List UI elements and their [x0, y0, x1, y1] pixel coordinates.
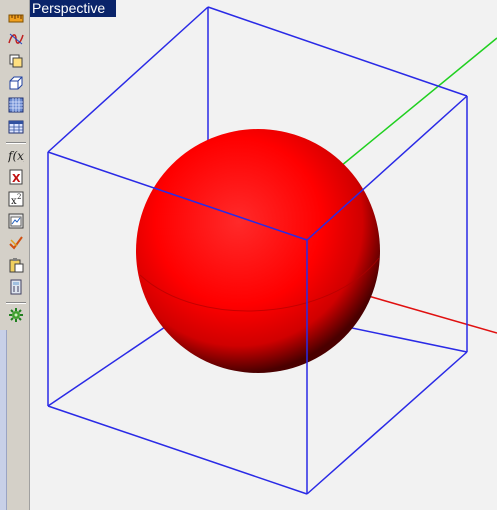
paste-icon[interactable] — [7, 256, 25, 274]
svg-text:2: 2 — [17, 193, 21, 201]
excel-icon[interactable]: X — [7, 168, 25, 186]
function-icon[interactable]: f(x) — [7, 146, 25, 164]
chart-window-icon[interactable] — [7, 212, 25, 230]
calculator-icon[interactable] — [7, 278, 25, 296]
3d-viewport[interactable] — [30, 0, 497, 510]
toolbar-separator — [6, 142, 26, 144]
check-scribble-icon[interactable] — [7, 234, 25, 252]
tool-bar: f(x) X x2 — [0, 0, 30, 510]
ruler-icon[interactable] — [7, 8, 25, 26]
power-icon[interactable]: x2 — [7, 190, 25, 208]
curve-icon[interactable] — [7, 30, 25, 48]
toolbar-separator — [6, 302, 26, 304]
box-icon[interactable] — [7, 74, 25, 92]
svg-text:f(x): f(x) — [8, 149, 24, 163]
toolbar-strip — [0, 330, 7, 510]
svg-text:X: X — [12, 172, 21, 185]
copy-view-icon[interactable] — [7, 52, 25, 70]
gear-icon[interactable] — [7, 306, 25, 324]
scene — [47, 6, 497, 495]
table-icon[interactable] — [7, 118, 25, 136]
sphere[interactable] — [136, 129, 380, 373]
viewport-title: Perspective — [30, 0, 117, 17]
grid-icon[interactable] — [7, 96, 25, 114]
y-axis-line — [329, 37, 497, 176]
